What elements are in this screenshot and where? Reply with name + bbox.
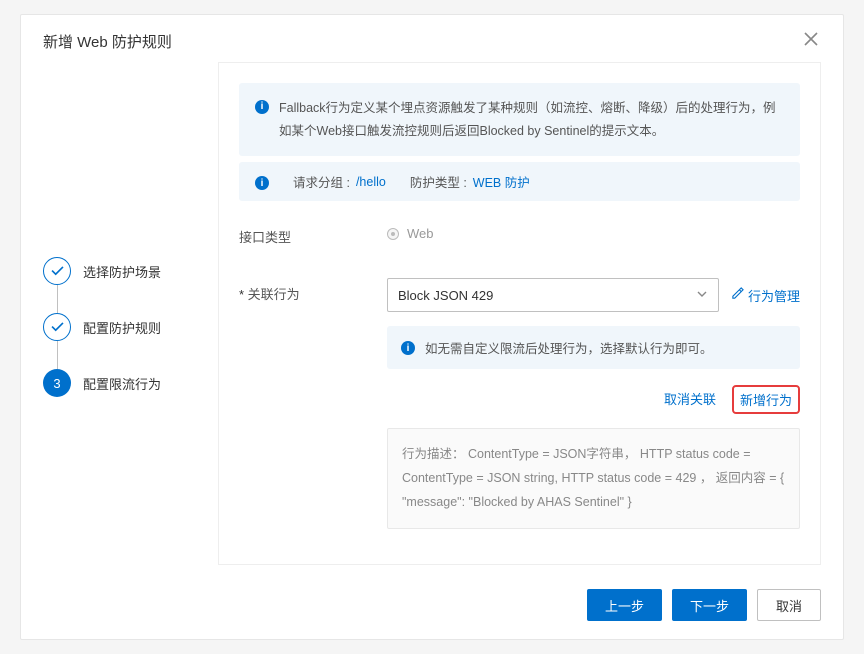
fallback-info-box: i Fallback行为定义某个埋点资源触发了某种规则（如流控、熔断、降级）后的… <box>239 83 800 156</box>
modal-title: 新增 Web 防护规则 <box>43 31 172 52</box>
close-icon <box>804 32 818 51</box>
cancel-link-button[interactable]: 取消关联 <box>658 385 722 414</box>
step-label: 配置限流行为 <box>83 374 161 393</box>
interface-type-text: Web <box>407 226 434 241</box>
chevron-down-icon <box>696 288 708 303</box>
cancel-button[interactable]: 取消 <box>757 589 821 621</box>
behavior-description: 行为描述： ContentType = JSON字符串， HTTP status… <box>387 428 800 529</box>
step-connector <box>57 285 58 313</box>
info-icon: i <box>255 100 269 114</box>
behavior-label: 关联行为 <box>239 278 387 529</box>
step-2[interactable]: 配置防护规则 <box>43 313 198 341</box>
prev-button[interactable]: 上一步 <box>587 589 662 621</box>
behavior-action-links: 取消关联 新增行为 <box>387 385 800 414</box>
close-button[interactable] <box>801 32 821 52</box>
modal-body: 选择防护场景 配置防护规则 3 配置限流行为 i Fallback行为定义某个埋… <box>21 62 843 575</box>
step-label: 选择防护场景 <box>83 262 161 281</box>
content-panel: i Fallback行为定义某个埋点资源触发了某种规则（如流控、熔断、降级）后的… <box>218 62 821 565</box>
step-number: 3 <box>43 369 71 397</box>
step-label: 配置防护规则 <box>83 318 161 337</box>
type-value: WEB 防护 <box>473 172 530 191</box>
next-button[interactable]: 下一步 <box>672 589 747 621</box>
group-value: /hello <box>356 175 386 189</box>
behavior-selected-text: Block JSON 429 <box>398 288 493 303</box>
behavior-select[interactable]: Block JSON 429 <box>387 278 719 312</box>
check-icon <box>43 257 71 285</box>
steps-sidebar: 选择防护场景 配置防护规则 3 配置限流行为 <box>43 62 198 565</box>
info-icon: i <box>401 341 415 355</box>
step-3: 3 配置限流行为 <box>43 369 198 397</box>
radio-icon <box>387 228 399 240</box>
meta-row: i 请求分组 : /hello 防护类型 : WEB 防护 <box>239 162 800 201</box>
behavior-row: 关联行为 Block JSON 429 <box>239 278 800 529</box>
info-icon: i <box>255 176 269 190</box>
modal-dialog: 新增 Web 防护规则 选择防护场景 配置防护规则 <box>20 14 844 640</box>
tip-text: 如无需自定义限流后处理行为，选择默认行为即可。 <box>425 338 713 357</box>
group-label: 请求分组 : <box>293 172 350 191</box>
manage-link-text: 行为管理 <box>748 286 800 305</box>
interface-type-value: Web <box>387 221 800 246</box>
step-1[interactable]: 选择防护场景 <box>43 257 198 285</box>
pencil-icon <box>731 287 744 303</box>
modal-header: 新增 Web 防护规则 <box>21 15 843 62</box>
manage-behavior-link[interactable]: 行为管理 <box>731 286 800 305</box>
tip-box: i 如无需自定义限流后处理行为，选择默认行为即可。 <box>387 326 800 369</box>
step-connector <box>57 341 58 369</box>
interface-type-label: 接口类型 <box>239 221 387 246</box>
behavior-value: Block JSON 429 行为管理 <box>387 278 800 529</box>
modal-footer: 上一步 下一步 取消 <box>21 575 843 639</box>
check-icon <box>43 313 71 341</box>
interface-type-row: 接口类型 Web <box>239 221 800 246</box>
fallback-info-text: Fallback行为定义某个埋点资源触发了某种规则（如流控、熔断、降级）后的处理… <box>279 97 784 142</box>
add-behavior-button[interactable]: 新增行为 <box>732 385 800 414</box>
type-label: 防护类型 : <box>410 172 467 191</box>
